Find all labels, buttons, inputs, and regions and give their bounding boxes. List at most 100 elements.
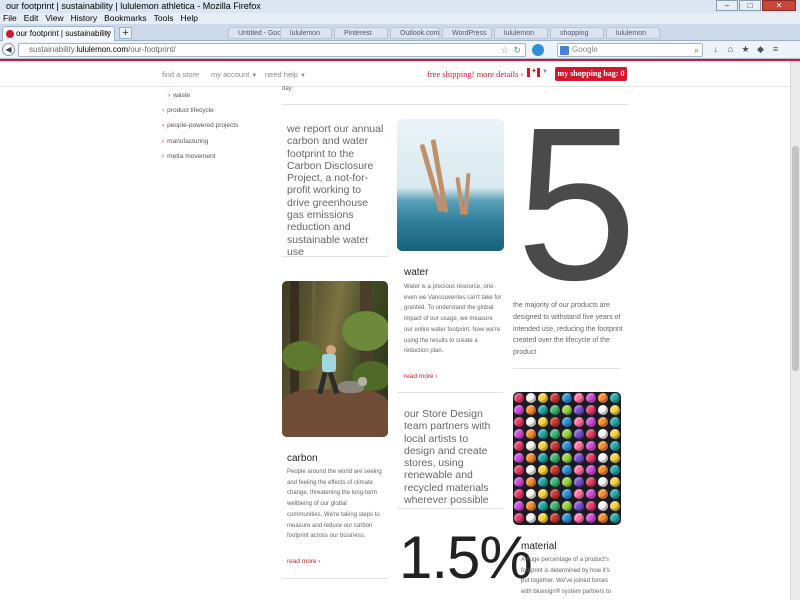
background-tab[interactable]: Pinterest [334,27,388,39]
spool [598,393,608,403]
home-icon[interactable]: ⌂ [723,44,738,55]
spool [586,429,596,439]
free-shipping-link[interactable]: free shipping! more details › [427,69,523,79]
find-store-link[interactable]: find a store [162,70,199,79]
sidebar-item-people-powered-projects[interactable]: › people-powered projects [162,122,238,129]
bookmarks-icon[interactable]: ★ [738,44,753,55]
spool [562,429,572,439]
address-bar[interactable]: sustainability.lululemon.com/our-footpri… [18,43,526,57]
menu-edit[interactable]: Edit [24,13,39,24]
reload-icon[interactable]: ↻ [513,44,521,56]
spool [526,513,536,523]
menu-file[interactable]: File [3,13,17,24]
divider [397,392,503,393]
page-scrollbar[interactable] [790,61,800,600]
close-window-button[interactable]: ✕ [762,0,796,11]
water-body: Water is a precious resource, one even w… [404,284,502,355]
sidebar-item-metta-movement[interactable]: › metta movement [162,153,216,160]
spool [538,477,548,487]
bookmark-star-icon[interactable]: ☆ [501,44,509,56]
spool [550,513,560,523]
spool [586,405,596,415]
sidebar-item-product-lifecycle[interactable]: › product lifecycle [162,107,214,114]
search-input[interactable]: Google ⌕ [557,43,703,57]
spool [538,489,548,499]
google-icon[interactable] [560,46,569,55]
menu-tools[interactable]: Tools [154,13,174,24]
spool [514,465,524,475]
spool [562,513,572,523]
background-tab[interactable]: lululemon [280,27,332,39]
water-title: water [404,267,429,278]
spool [610,393,620,403]
spool [586,393,596,403]
search-icon[interactable]: ⌕ [694,44,699,56]
sidebar-item-waste[interactable]: › waste [168,92,190,99]
spool [598,441,608,451]
spool [514,417,524,427]
spool [514,453,524,463]
canada-flag-icon[interactable] [527,67,540,77]
background-tab[interactable]: WordPress [442,27,492,39]
chevron-right-icon: › [162,107,165,114]
spool [574,405,584,415]
spool [562,453,572,463]
spool [574,393,584,403]
spool [610,513,620,523]
spool [574,429,584,439]
spool [586,441,596,451]
spool [538,501,548,511]
divider [513,368,620,369]
shopping-bag-button[interactable]: my shopping bag: 0 [555,67,627,81]
minimize-button[interactable]: – [716,0,738,11]
sidebar-item-manufacturing[interactable]: › manufacturing [162,138,208,145]
spool [574,513,584,523]
site-header: find a store my account ▼ need help ▼ free… [0,61,790,87]
back-button[interactable]: ◀ [2,43,15,56]
new-tab-button[interactable]: + [119,27,132,39]
chevron-down-icon[interactable]: ▼ [542,69,548,75]
spool [574,465,584,475]
spool [550,501,560,511]
divider [397,508,503,509]
store-design-quote: our Store Design team partners with loca… [404,408,491,507]
spool [598,405,608,415]
menu-bookmarks[interactable]: Bookmarks [104,13,147,24]
divider [282,578,388,579]
menu-view[interactable]: View [45,13,63,24]
tab-active[interactable]: our footprint | sustainability | lululem… [2,26,115,41]
addon-bar-icon[interactable]: ◆ [753,44,768,55]
spool [514,477,524,487]
water-read-more-link[interactable]: read more › [404,373,438,380]
spool [514,429,524,439]
background-tab[interactable]: lululemon [606,27,660,39]
menu-history[interactable]: History [71,13,97,24]
background-tab[interactable]: lululemon [494,27,548,39]
background-tab[interactable]: Outlook.com [390,27,440,39]
carbon-read-more-link[interactable]: read more › [287,558,321,565]
my-account-link[interactable]: my account ▼ [211,70,257,79]
window-titlebar: our footprint | sustainability | lululem… [0,0,800,13]
menu-overflow-icon[interactable]: ≡ [768,44,783,55]
spool [550,477,560,487]
spool [586,501,596,511]
spool [562,393,572,403]
tab-close-icon[interactable]: ✕ [104,27,111,40]
lululemon-favicon-icon [6,30,14,38]
need-help-link[interactable]: need help ▼ [265,70,306,79]
downloads-icon[interactable]: ↓ [708,44,723,55]
spool [598,501,608,511]
spool [538,393,548,403]
carbon-title: carbon [287,453,318,464]
scrollbar-thumb[interactable] [792,146,799,371]
spool [610,429,620,439]
addon-icon[interactable] [532,44,544,56]
stat-five-number: 5 [516,83,637,326]
spool [526,441,536,451]
spool [538,405,548,415]
material-title: material [521,541,557,552]
background-tab[interactable]: shopping [550,27,604,39]
menu-help[interactable]: Help [180,13,197,24]
maximize-button[interactable]: □ [739,0,761,11]
spool [538,465,548,475]
